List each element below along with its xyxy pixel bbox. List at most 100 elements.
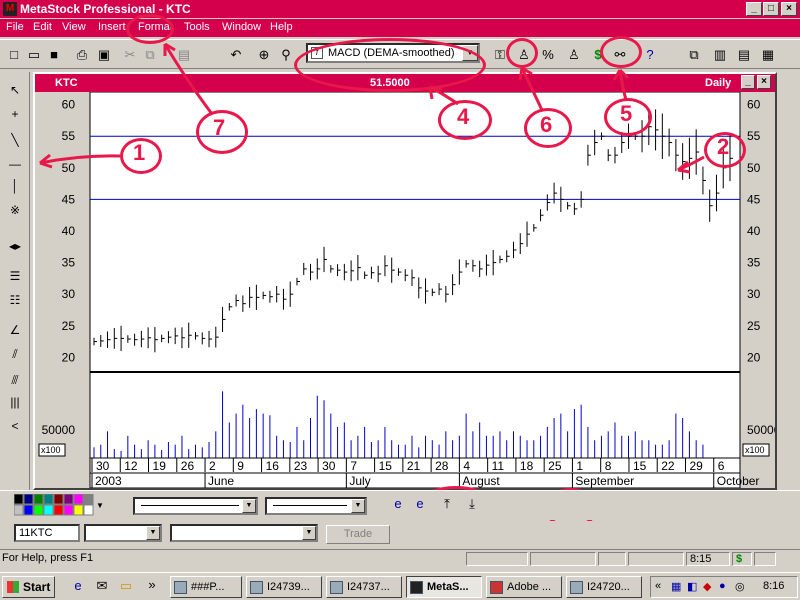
tray-expand-icon[interactable]: « [655, 580, 661, 592]
date-tick-label: 28 [435, 459, 449, 473]
print-icon[interactable]: ⎙ [72, 45, 92, 65]
open-icon[interactable]: ▭ [24, 45, 44, 65]
antivirus-icon[interactable]: ◆ [703, 580, 711, 593]
color-swatch[interactable] [53, 504, 64, 516]
chevron-down-icon[interactable]: ▼ [146, 526, 160, 540]
color-swatch[interactable] [53, 494, 64, 505]
price-tick-right: 35 [747, 256, 761, 270]
cut-icon[interactable]: ✂ [120, 45, 140, 65]
menu-insert[interactable]: Insert [98, 21, 126, 33]
color-swatch[interactable] [14, 504, 24, 516]
color-swatch[interactable] [43, 504, 54, 516]
chart-close-button[interactable]: × [757, 75, 771, 89]
page-down-icon[interactable]: ⤓ [462, 494, 482, 514]
symbol-icon[interactable]: ※ [4, 200, 26, 220]
new-icon[interactable]: □ [4, 45, 24, 65]
color-swatch[interactable] [43, 494, 54, 505]
task-button[interactable]: I24720... [566, 576, 642, 598]
split-icon[interactable]: ◂▸ [4, 236, 26, 256]
undo-icon[interactable]: ↶ [226, 45, 246, 65]
price-tick-right: 60 [747, 98, 761, 112]
messenger-icon[interactable]: ● [719, 580, 726, 592]
palette-dropdown-icon[interactable]: ▼ [96, 501, 104, 510]
color-swatch[interactable] [23, 504, 34, 516]
metastock-logo-icon[interactable]: M [3, 2, 17, 16]
month-label: June [208, 474, 234, 488]
tile-grid-icon[interactable]: ▦ [758, 45, 778, 65]
crosshair-icon[interactable]: + [4, 104, 26, 124]
task-button[interactable]: I24737... [326, 576, 402, 598]
help-icon[interactable]: ? [640, 45, 660, 65]
system-tester-icon[interactable]: % [538, 45, 558, 65]
chevron-down-icon[interactable]: ▼ [302, 526, 316, 540]
menu-help[interactable]: Help [270, 21, 293, 33]
order-select[interactable]: ▼ [170, 524, 318, 542]
network-icon[interactable]: ▦ [671, 580, 681, 593]
color-swatch[interactable] [23, 494, 34, 505]
vertical-line-icon[interactable]: │ [4, 176, 26, 196]
color-swatch[interactable] [33, 494, 44, 505]
pointer-icon[interactable]: ↖ [4, 80, 26, 100]
speed-lines-icon[interactable]: ☷ [4, 290, 26, 310]
menu-edit[interactable]: Edit [33, 21, 52, 33]
print-preview-icon[interactable]: ▣ [94, 45, 114, 65]
color-swatch[interactable] [63, 504, 74, 516]
chart-minimize-button[interactable]: _ [741, 75, 755, 89]
andrews-pitchfork-icon[interactable]: ⫽ [4, 344, 26, 364]
tile-horizontal-icon[interactable]: ▤ [734, 45, 754, 65]
status-pane-2 [530, 552, 596, 566]
horizontal-line-icon[interactable]: — [4, 154, 26, 174]
color-swatch[interactable] [83, 494, 94, 505]
minimize-button[interactable]: _ [746, 2, 762, 16]
chevron-down-icon[interactable]: ▼ [242, 499, 256, 513]
page-up-icon[interactable]: ⤒ [437, 494, 457, 514]
trade-button[interactable]: Trade [326, 525, 390, 544]
start-button[interactable]: Start [2, 576, 55, 598]
task-button[interactable]: ###P... [170, 576, 242, 598]
cascade-icon[interactable]: ⧉ [684, 45, 704, 65]
quicklaunch-more-icon[interactable]: » [142, 575, 162, 595]
menu-file[interactable]: File [6, 21, 24, 33]
parallel-lines-icon[interactable]: ⫻ [4, 370, 26, 390]
color-swatch[interactable] [83, 504, 94, 516]
close-button[interactable]: × [781, 2, 797, 16]
task-button[interactable]: I24739... [246, 576, 322, 598]
crosshair-icon[interactable]: ⊕ [254, 45, 274, 65]
line-weight-select[interactable]: ▼ [265, 497, 367, 515]
task-button-active[interactable]: MetaS... [406, 576, 482, 598]
symbol-toolbar: 11KTC ▼ ▼ [0, 521, 800, 547]
ie-page-icon[interactable]: e [410, 494, 430, 514]
menu-view[interactable]: View [62, 21, 86, 33]
color-swatch[interactable] [14, 494, 24, 505]
line-style-select[interactable]: ▼ [133, 497, 258, 515]
color-swatch[interactable] [33, 504, 44, 516]
symbol-input[interactable]: 11KTC [14, 524, 80, 542]
ie-icon[interactable]: e [388, 494, 408, 514]
copy-icon[interactable]: ⧉ [140, 45, 160, 65]
task-button[interactable]: Adobe ... [486, 576, 562, 598]
explorer-icon[interactable]: ♙ [564, 45, 584, 65]
volume-icon[interactable]: ◧ [687, 580, 697, 593]
zoom-icon[interactable]: ⚲ [276, 45, 296, 65]
folder-icon[interactable]: ▭ [116, 576, 136, 596]
save-icon[interactable]: ■ [44, 45, 64, 65]
gann-fan-icon[interactable]: ∠ [4, 320, 26, 340]
cycle-lines-icon[interactable]: ||| [4, 392, 26, 412]
color-swatch[interactable] [73, 494, 84, 505]
ellipse-icon[interactable]: < [4, 416, 26, 436]
paste-icon[interactable]: ▤ [174, 45, 194, 65]
ie-icon[interactable]: e [68, 576, 88, 596]
tile-vertical-icon[interactable]: ▥ [710, 45, 730, 65]
chevron-down-icon[interactable]: ▼ [351, 499, 365, 513]
color-palette[interactable]: ▼ [14, 494, 104, 520]
maximize-button[interactable]: □ [763, 2, 779, 16]
fibonacci-icon[interactable]: ☰ [4, 266, 26, 286]
security-icon[interactable]: ◎ [735, 580, 745, 593]
outlook-icon[interactable]: ✉ [92, 576, 112, 596]
color-swatch[interactable] [63, 494, 74, 505]
menu-tools[interactable]: Tools [184, 21, 210, 33]
trendline-icon[interactable]: ╲ [4, 130, 26, 150]
security-select[interactable]: ▼ [84, 524, 162, 542]
menu-window[interactable]: Window [222, 21, 261, 33]
color-swatch[interactable] [73, 504, 84, 516]
